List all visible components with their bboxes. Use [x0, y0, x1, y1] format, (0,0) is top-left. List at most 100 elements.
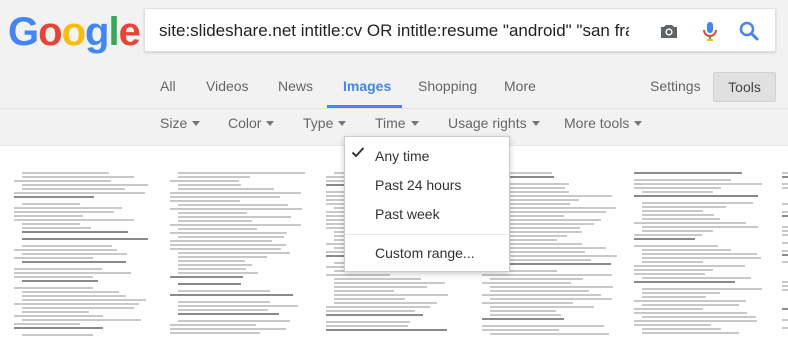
text-line — [178, 290, 271, 292]
text-line — [782, 261, 788, 263]
text-line — [170, 276, 244, 278]
google-logo[interactable]: Google — [8, 10, 141, 54]
text-line — [22, 311, 90, 313]
text-line — [22, 261, 127, 263]
text-line — [178, 204, 288, 206]
text-line — [178, 320, 290, 322]
text-line — [642, 210, 704, 212]
text-line — [22, 172, 109, 174]
text-line — [334, 290, 395, 292]
text-line — [634, 273, 705, 275]
text-line — [170, 196, 280, 198]
image-result[interactable] — [778, 168, 788, 341]
text-line — [22, 253, 128, 255]
text-line — [22, 295, 126, 297]
text-line — [482, 302, 574, 304]
text-line — [14, 276, 94, 278]
filter-more-tools-label: More tools — [564, 115, 630, 131]
text-line — [178, 313, 280, 315]
text-line — [14, 287, 93, 289]
text-line — [782, 211, 788, 213]
text-line — [482, 329, 559, 331]
search-icon[interactable] — [737, 19, 761, 43]
text-line — [14, 272, 132, 274]
filter-more-tools[interactable]: More tools — [564, 115, 643, 131]
text-line — [642, 230, 713, 232]
text-line — [22, 319, 141, 321]
text-line — [14, 211, 114, 213]
text-line — [634, 245, 718, 247]
text-line — [170, 248, 282, 250]
text-line — [326, 306, 430, 308]
text-line — [490, 278, 584, 280]
filter-type-label: Type — [303, 115, 334, 131]
chevron-down-icon — [634, 120, 643, 126]
image-result[interactable] — [166, 168, 312, 341]
text-line — [14, 219, 135, 221]
menu-item-past-24-hours[interactable]: Past 24 hours — [375, 177, 461, 193]
text-line — [642, 202, 754, 204]
mic-icon[interactable] — [698, 19, 722, 43]
filter-size[interactable]: Size — [160, 115, 201, 131]
settings-link[interactable]: Settings — [650, 78, 701, 94]
text-line — [178, 260, 245, 262]
text-line — [14, 215, 83, 217]
text-line — [178, 272, 259, 274]
filter-time-label: Time — [375, 115, 406, 131]
tab-all[interactable]: All — [160, 78, 176, 94]
image-result[interactable] — [630, 168, 770, 341]
menu-item-past-week[interactable]: Past week — [375, 206, 440, 222]
text-line — [170, 200, 240, 202]
text-line — [14, 196, 95, 198]
text-line — [782, 172, 788, 174]
menu-item-custom-range[interactable]: Custom range... — [375, 245, 475, 261]
text-line — [22, 231, 128, 233]
menu-item-any-time[interactable]: Any time — [375, 148, 429, 164]
filter-color[interactable]: Color — [228, 115, 275, 131]
text-line — [22, 291, 119, 293]
text-line — [22, 188, 126, 190]
text-line — [22, 203, 81, 205]
search-box[interactable]: site:slideshare.net intitle:cv OR intitl… — [144, 8, 776, 52]
tab-more[interactable]: More — [504, 78, 536, 94]
tab-shopping[interactable]: Shopping — [418, 78, 477, 94]
text-line — [782, 203, 788, 205]
text-line — [642, 328, 721, 330]
tab-images[interactable]: Images — [343, 78, 391, 94]
text-line — [634, 324, 711, 326]
text-line — [782, 187, 788, 189]
text-line — [178, 252, 290, 254]
text-line — [178, 188, 275, 190]
logo-letter: o — [38, 10, 62, 54]
text-line — [170, 232, 287, 234]
logo-letter: l — [108, 10, 119, 54]
tab-videos[interactable]: Videos — [206, 78, 249, 94]
text-line — [170, 240, 272, 242]
text-line — [334, 294, 448, 296]
text-line — [178, 220, 252, 222]
tools-button[interactable]: Tools — [713, 72, 776, 102]
camera-icon[interactable] — [657, 19, 681, 43]
text-line — [634, 222, 747, 224]
text-line — [326, 325, 408, 327]
filter-color-label: Color — [228, 115, 262, 131]
search-input[interactable]: site:slideshare.net intitle:cv OR intitl… — [159, 21, 629, 41]
text-line — [22, 223, 81, 225]
text-line — [22, 280, 99, 282]
filter-usage-rights-label: Usage rights — [448, 115, 527, 131]
text-line — [170, 244, 287, 246]
text-line — [782, 226, 788, 228]
text-line — [642, 257, 762, 259]
filter-usage-rights[interactable]: Usage rights — [448, 115, 540, 131]
text-line — [782, 254, 788, 256]
text-line — [22, 176, 134, 178]
text-line — [634, 281, 736, 283]
text-line — [782, 250, 788, 252]
text-line — [782, 215, 788, 217]
text-line — [14, 303, 139, 305]
filter-time[interactable]: Time — [375, 115, 419, 131]
image-result[interactable] — [10, 168, 156, 341]
text-line — [178, 256, 268, 258]
filter-type[interactable]: Type — [303, 115, 347, 131]
tab-news[interactable]: News — [278, 78, 313, 94]
